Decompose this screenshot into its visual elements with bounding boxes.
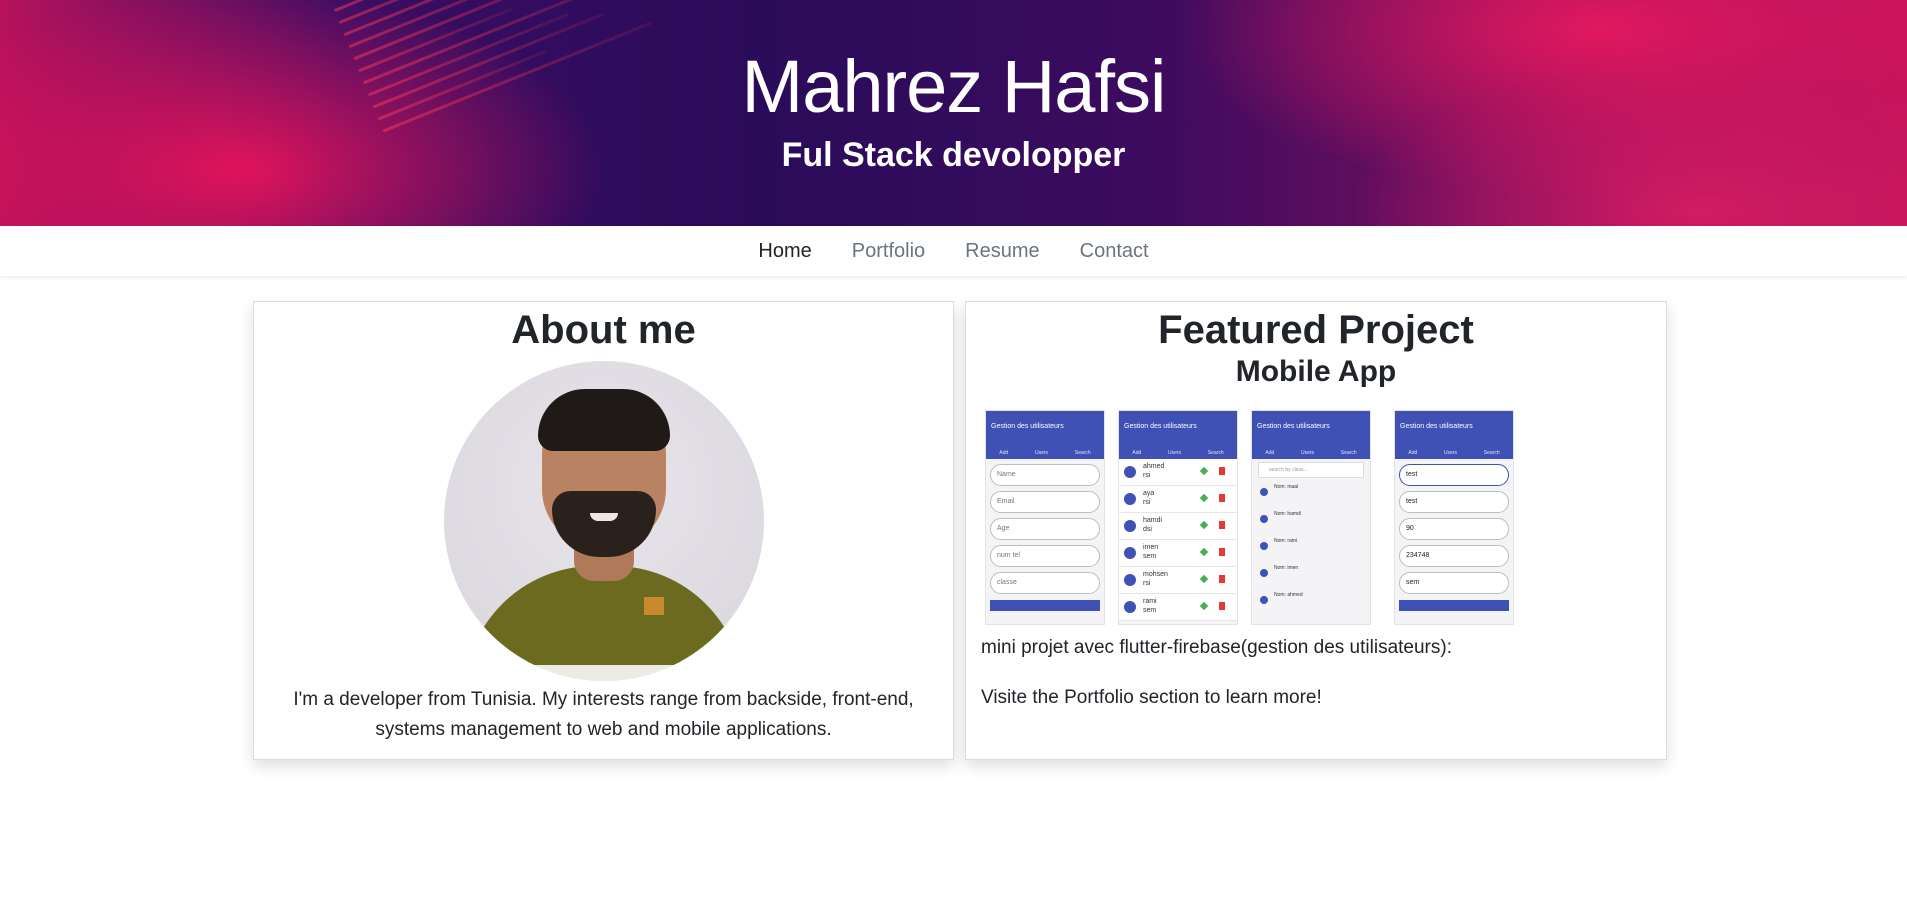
app-tab-search: Search [1074, 450, 1091, 456]
screenshot-users-list: Gestion des utilisateurs Add Users Searc… [1118, 410, 1238, 625]
app-title: Gestion des utilisateurs [1124, 423, 1197, 430]
app-field-filled: test [1399, 491, 1509, 513]
nav-portfolio[interactable]: Portfolio [832, 240, 945, 263]
app-field: num tel [990, 545, 1100, 567]
hero-name: Mahrez Hafsi [741, 45, 1167, 128]
nav-resume[interactable]: Resume [945, 240, 1059, 263]
app-user-row: mohsen rsi [1119, 567, 1237, 594]
about-card: About me I'm a developer from Tunisia. M… [253, 301, 954, 760]
app-tab-search: Search [1207, 450, 1224, 456]
app-tab-add: Add [1265, 450, 1275, 456]
app-field: Email [990, 491, 1100, 513]
app-field-filled: 234748 [1399, 545, 1509, 567]
project-description: mini projet avec flutter-firebase(gestio… [981, 637, 1452, 658]
app-search-result: Nom: ahmed [1252, 589, 1370, 614]
app-field: Age [990, 518, 1100, 540]
app-user-row: rami sem [1119, 594, 1237, 621]
nav-contact[interactable]: Contact [1060, 240, 1169, 263]
app-tab-users: Users [1443, 450, 1458, 456]
project-cta-text: Visite the Portfolio section to learn mo… [981, 687, 1322, 708]
hero-banner: Mahrez Hafsi Ful Stack devolopper [0, 0, 1907, 226]
app-add-button [990, 600, 1100, 611]
app-title: Gestion des utilisateurs [991, 423, 1064, 430]
app-field-filled: test [1399, 464, 1509, 486]
app-title: Gestion des utilisateurs [1400, 423, 1473, 430]
app-screenshots: Gestion des utilisateurs Add Users Searc… [985, 410, 1515, 625]
app-tab-add: Add [1408, 450, 1418, 456]
app-field: classe [990, 572, 1100, 594]
screenshot-add-form: Gestion des utilisateurs Add Users Searc… [985, 410, 1105, 625]
app-search-field: search by class... [1258, 462, 1364, 478]
app-search-result: Nom: hamdi [1252, 508, 1370, 533]
featured-project-card: Featured Project Mobile App Gestion des … [965, 301, 1667, 760]
about-title: About me [511, 308, 696, 352]
screenshot-search: Gestion des utilisateurs Add Users Searc… [1251, 410, 1371, 625]
profile-photo [444, 361, 764, 681]
app-search-result: Nom: maal [1252, 481, 1370, 506]
app-tab-search: Search [1340, 450, 1357, 456]
hero-subtitle: Ful Stack devolopper [781, 136, 1126, 174]
app-user-row: imen sem [1119, 540, 1237, 567]
app-field: Name [990, 464, 1100, 486]
app-user-row: aya rsi [1119, 486, 1237, 513]
app-add-button [1399, 600, 1509, 611]
main-nav: Home Portfolio Resume Contact [0, 226, 1907, 276]
app-user-row: hamdi dsi [1119, 513, 1237, 540]
app-tab-users: Users [1034, 450, 1049, 456]
nav-home[interactable]: Home [738, 240, 831, 263]
app-tab-users: Users [1167, 450, 1182, 456]
app-tab-add: Add [999, 450, 1009, 456]
app-title: Gestion des utilisateurs [1257, 423, 1330, 430]
project-subtitle: Mobile App [1235, 355, 1397, 388]
app-tab-search: Search [1483, 450, 1500, 456]
app-field-filled: 90 [1399, 518, 1509, 540]
app-search-result: Nom: imen [1252, 562, 1370, 587]
app-tab-users: Users [1300, 450, 1315, 456]
screenshot-filled-form: Gestion des utilisateurs Add Users Searc… [1394, 410, 1514, 625]
project-title: Featured Project [1158, 308, 1474, 352]
app-search-result: Nom: rami [1252, 535, 1370, 560]
app-tab-add: Add [1132, 450, 1142, 456]
app-user-row: ahmed rsi [1119, 459, 1237, 486]
about-text: I'm a developer from Tunisia. My interes… [293, 689, 914, 740]
app-field-filled: sem [1399, 572, 1509, 594]
